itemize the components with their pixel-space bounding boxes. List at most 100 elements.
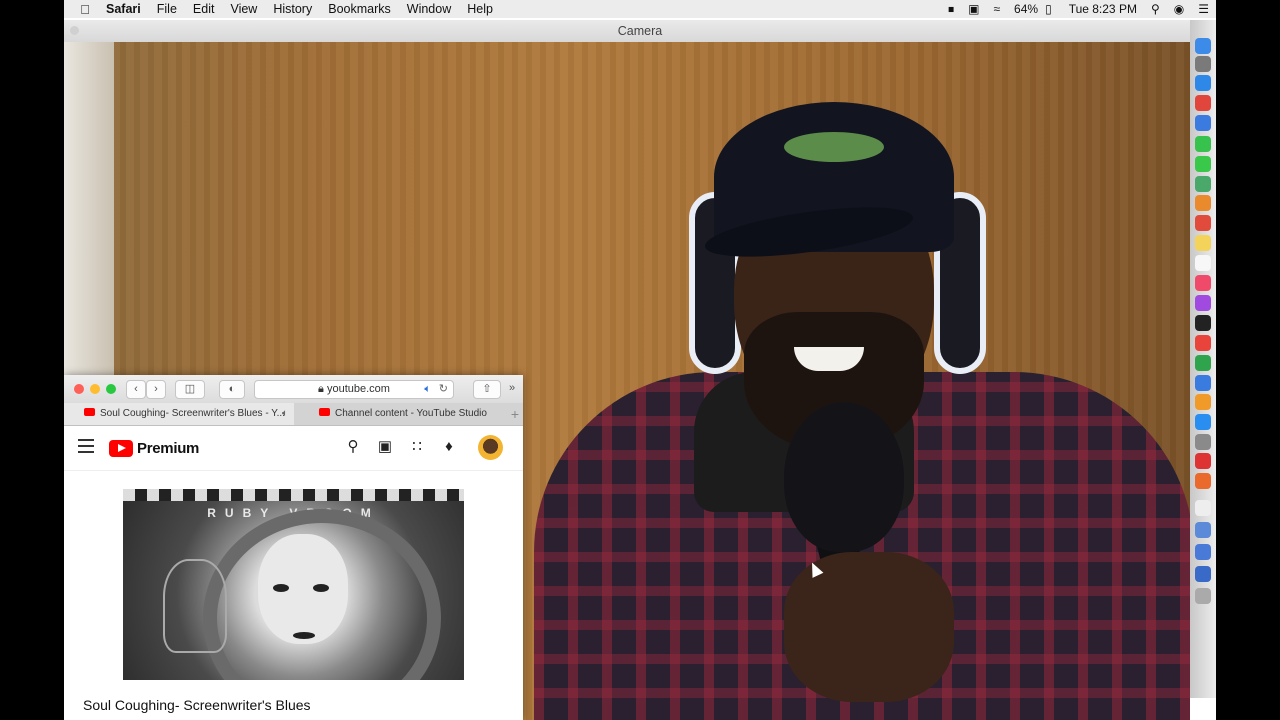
apps-grid-icon[interactable]: ∷ bbox=[408, 438, 426, 456]
screen-share-icon[interactable]: ▣ bbox=[961, 2, 986, 16]
mac-screen:  Safari File Edit View History Bookmark… bbox=[64, 0, 1216, 720]
address-url: 🔒︎ youtube.com bbox=[318, 383, 390, 395]
menu-icon[interactable] bbox=[78, 439, 94, 453]
reminders-icon[interactable] bbox=[1195, 255, 1211, 271]
close-window-icon[interactable] bbox=[70, 26, 79, 35]
menu-bar:  Safari File Edit View History Bookmark… bbox=[64, 0, 1216, 18]
tab-bar: Soul Coughing- Screenwriter's Blues - Y.… bbox=[64, 403, 523, 426]
create-video-icon[interactable]: ▣ bbox=[376, 438, 394, 456]
youtube-favicon-icon bbox=[84, 408, 95, 417]
sidebar-icon[interactable]: ◫ bbox=[175, 380, 205, 399]
chrome-icon[interactable] bbox=[1195, 95, 1211, 111]
battery-icon[interactable]: ▯ bbox=[1045, 2, 1059, 16]
clock[interactable]: Tue 8:23 PM bbox=[1059, 2, 1144, 16]
preview-icon[interactable] bbox=[1195, 522, 1211, 538]
share-icon[interactable]: ⇧ bbox=[473, 380, 501, 399]
youtube-premium-label: Premium bbox=[137, 439, 200, 457]
thumbnail-dots bbox=[123, 489, 464, 501]
video-title[interactable]: Soul Coughing- Screenwriter's Blues bbox=[83, 697, 311, 713]
maps-icon[interactable] bbox=[1195, 176, 1211, 192]
tv-icon[interactable] bbox=[1195, 315, 1211, 331]
privacy-shield-icon[interactable]: ◐ bbox=[219, 380, 245, 399]
camera-titlebar: Camera bbox=[64, 20, 1216, 43]
menu-window[interactable]: Window bbox=[399, 2, 459, 16]
photos-icon[interactable] bbox=[1195, 195, 1211, 211]
crocodile-logo bbox=[784, 132, 884, 162]
search-icon[interactable]: ⚲ bbox=[344, 438, 362, 456]
thumbnail-devil-drawing bbox=[163, 559, 227, 653]
video-thumbnail[interactable]: RUBY VROOM bbox=[123, 489, 464, 680]
record-stop-icon[interactable]: ⏹ bbox=[941, 2, 961, 17]
menu-help[interactable]: Help bbox=[459, 2, 501, 16]
microphone bbox=[784, 402, 904, 552]
thumbnail-face bbox=[258, 534, 348, 644]
menu-edit[interactable]: Edit bbox=[185, 2, 223, 16]
menu-file[interactable]: File bbox=[149, 2, 185, 16]
forward-button[interactable]: › bbox=[146, 380, 166, 399]
news-icon[interactable] bbox=[1195, 335, 1211, 351]
obs-icon[interactable] bbox=[1195, 473, 1211, 489]
back-button[interactable]: ‹ bbox=[126, 380, 146, 399]
safari-toolbar: ‹ › ◫ ◐ 🔒︎ youtube.com 🔈︎ ↻ ⇧ » bbox=[64, 375, 523, 404]
hand bbox=[784, 552, 954, 702]
numbers-icon[interactable] bbox=[1195, 355, 1211, 371]
person-on-camera bbox=[534, 72, 1190, 720]
safari-icon[interactable] bbox=[1195, 75, 1211, 91]
reload-icon[interactable]: ↻ bbox=[439, 381, 448, 398]
menu-view[interactable]: View bbox=[222, 2, 265, 16]
tab-audio-icon[interactable]: 🔈︎ bbox=[424, 381, 431, 398]
thumbnail-eye-left bbox=[273, 584, 289, 592]
appstore-icon[interactable] bbox=[1195, 414, 1211, 430]
minimize-button[interactable] bbox=[90, 384, 100, 394]
tab-youtube-studio[interactable]: Channel content - YouTube Studio + bbox=[295, 403, 523, 425]
tab-soul-coughing[interactable]: Soul Coughing- Screenwriter's Blues - Y.… bbox=[64, 403, 294, 425]
spotlight-search-icon[interactable]: ⚲ bbox=[1144, 2, 1167, 16]
notes-icon[interactable] bbox=[1195, 235, 1211, 251]
menu-safari[interactable]: Safari bbox=[98, 2, 149, 16]
launchpad-icon[interactable] bbox=[1195, 56, 1211, 72]
finder-icon[interactable] bbox=[1195, 38, 1211, 54]
overflow-chevron-icon[interactable]: » bbox=[504, 380, 520, 397]
menu-bookmarks[interactable]: Bookmarks bbox=[320, 2, 399, 16]
mail-icon[interactable] bbox=[1195, 115, 1211, 131]
trash-icon[interactable] bbox=[1195, 588, 1211, 604]
siri-icon[interactable]: ◉ bbox=[1167, 2, 1191, 16]
documents-icon[interactable] bbox=[1195, 566, 1211, 582]
youtube-logo[interactable]: Premium bbox=[109, 437, 199, 459]
youtube-play-icon bbox=[109, 439, 133, 457]
thumbnail-eye-right bbox=[313, 584, 329, 592]
tab-label: Channel content - YouTube Studio bbox=[335, 408, 487, 419]
safari-window: ‹ › ◫ ◐ 🔒︎ youtube.com 🔈︎ ↻ ⇧ » Soul Cou… bbox=[64, 375, 523, 720]
keynote-icon[interactable] bbox=[1195, 375, 1211, 391]
speaker-icon[interactable]: 🔈︎ bbox=[282, 403, 288, 425]
tab-label: Soul Coughing- Screenwriter's Blues - Y.… bbox=[100, 408, 285, 419]
podcasts-icon[interactable] bbox=[1195, 295, 1211, 311]
avatar[interactable] bbox=[478, 435, 503, 460]
new-tab-icon[interactable]: + bbox=[511, 403, 519, 425]
youtube-header: Premium ⚲ ▣ ∷ ♦ bbox=[64, 426, 523, 471]
left-letterbox bbox=[0, 0, 64, 720]
zoom-button[interactable] bbox=[106, 384, 116, 394]
camera-window-title: Camera bbox=[617, 24, 663, 38]
messages-icon[interactable] bbox=[1195, 136, 1211, 152]
close-button[interactable] bbox=[74, 384, 84, 394]
dock bbox=[1190, 20, 1216, 698]
menu-history[interactable]: History bbox=[265, 2, 320, 16]
address-bar[interactable]: 🔒︎ youtube.com 🔈︎ ↻ bbox=[254, 380, 454, 399]
wifi-icon[interactable]: ≈ bbox=[986, 2, 1007, 16]
right-letterbox bbox=[1216, 0, 1280, 720]
pages-icon[interactable] bbox=[1195, 394, 1211, 410]
youtube-favicon-icon bbox=[319, 408, 330, 417]
music-icon[interactable] bbox=[1195, 275, 1211, 291]
notifications-bell-icon[interactable]: ♦ bbox=[440, 438, 458, 456]
battery-percent[interactable]: 64% bbox=[1007, 2, 1045, 16]
downloads-icon[interactable] bbox=[1195, 544, 1211, 560]
calendar-icon[interactable] bbox=[1195, 215, 1211, 231]
preferences-icon[interactable] bbox=[1195, 434, 1211, 450]
thumbnail-lips bbox=[293, 632, 315, 639]
apple-menu-icon[interactable]:  bbox=[72, 2, 98, 17]
facetime-icon[interactable] bbox=[1195, 156, 1211, 172]
notification-center-icon[interactable]: ☰ bbox=[1191, 2, 1216, 16]
screenflow-icon[interactable] bbox=[1195, 453, 1211, 469]
textedit-icon[interactable] bbox=[1195, 500, 1211, 516]
